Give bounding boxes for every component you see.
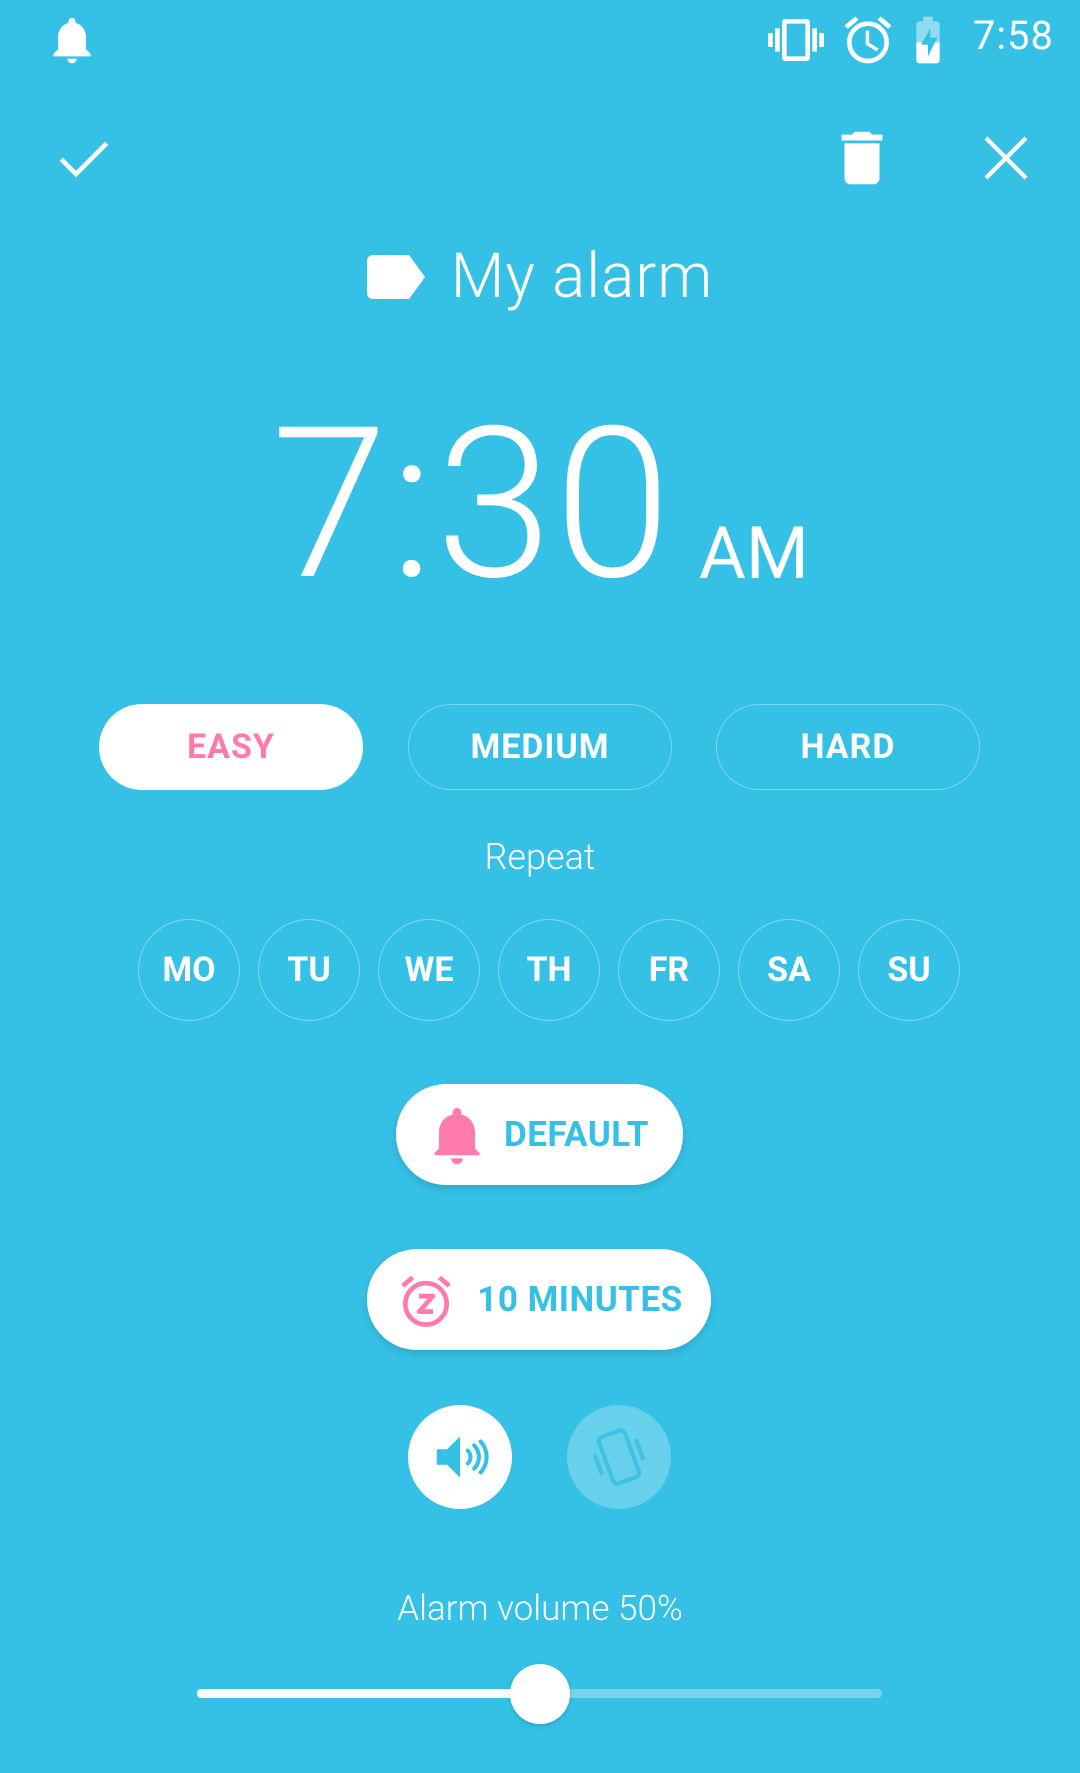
snooze-button[interactable]: 10 MINUTES bbox=[367, 1249, 711, 1350]
repeat-label: Repeat bbox=[484, 836, 596, 878]
alarm-clock-icon bbox=[840, 12, 896, 68]
snooze-clock-icon bbox=[401, 1275, 452, 1327]
trash-icon bbox=[841, 131, 883, 185]
speaker-icon bbox=[436, 1436, 489, 1478]
label-tag-icon bbox=[366, 254, 425, 299]
snooze-label: 10 MINUTES bbox=[477, 1279, 683, 1320]
alarm-time[interactable]: 7:30 AM bbox=[0, 400, 1080, 610]
volume-slider-thumb[interactable] bbox=[509, 1664, 570, 1724]
close-icon bbox=[984, 136, 1028, 180]
day-tu[interactable]: TU bbox=[258, 919, 360, 1021]
volume-slider[interactable] bbox=[197, 1664, 882, 1724]
phone-vibrate-icon bbox=[592, 1428, 646, 1486]
day-we[interactable]: WE bbox=[378, 919, 480, 1021]
volume-track-fill bbox=[197, 1689, 540, 1698]
day-th[interactable]: TH bbox=[498, 919, 600, 1021]
notification-bell-icon bbox=[44, 12, 100, 68]
delete-button[interactable] bbox=[822, 118, 902, 198]
status-time: 7:58 bbox=[972, 12, 1054, 59]
volume-label: Alarm volume 50% bbox=[397, 1588, 683, 1629]
day-sa[interactable]: SA bbox=[738, 919, 840, 1021]
confirm-button[interactable] bbox=[44, 118, 124, 198]
check-icon bbox=[59, 141, 109, 178]
bell-icon bbox=[434, 1107, 480, 1164]
day-su[interactable]: SU bbox=[858, 919, 960, 1021]
day-fr[interactable]: FR bbox=[618, 919, 720, 1021]
difficulty-medium-button[interactable]: MEDIUM bbox=[408, 704, 672, 790]
battery-charging-icon bbox=[900, 12, 956, 68]
vibrate-toggle[interactable] bbox=[567, 1405, 671, 1509]
alarm-time-value: 7:30 bbox=[271, 382, 673, 628]
alarm-label: My alarm bbox=[450, 240, 714, 313]
difficulty-hard-button[interactable]: HARD bbox=[716, 704, 980, 790]
vibrate-icon bbox=[768, 12, 824, 68]
alarm-label-row[interactable]: My alarm bbox=[0, 240, 1080, 313]
day-mo[interactable]: MO bbox=[138, 919, 240, 1021]
alarm-period: AM bbox=[698, 511, 809, 596]
difficulty-easy-button[interactable]: EASY bbox=[99, 704, 363, 790]
sound-toggle[interactable] bbox=[408, 1405, 512, 1509]
alarm-sound-button[interactable]: DEFAULT bbox=[396, 1084, 683, 1185]
alarm-sound-label: DEFAULT bbox=[503, 1114, 649, 1155]
close-button[interactable] bbox=[966, 118, 1046, 198]
